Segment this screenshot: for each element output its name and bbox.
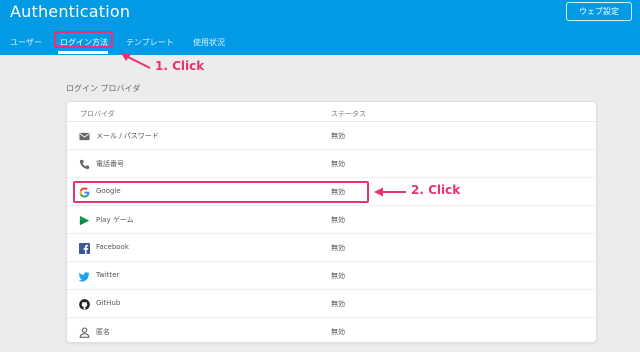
provider-status: 無効 [331,328,345,336]
provider-status: 無効 [331,244,345,252]
annotation-step1: 1. Click [155,59,205,73]
column-header-status: ステータス [331,110,366,118]
provider-name: Play ゲーム [96,216,134,224]
table-row-play-games[interactable]: Play ゲーム 無効 [67,206,596,234]
provider-table: プロバイダ ステータス メール / パスワード 無効 電話番号 無効 Googl… [66,101,597,343]
github-icon [79,299,90,310]
provider-name: 電話番号 [96,160,124,168]
provider-status: 無効 [331,132,345,140]
play-games-icon [79,215,90,226]
mail-icon [79,132,90,141]
tab-usage[interactable]: 使用状況 [193,37,225,48]
table-row-twitter[interactable]: Twitter 無効 [67,262,596,290]
provider-name: Facebook [96,243,129,251]
twitter-icon [79,272,90,282]
tab-templates[interactable]: テンプレート [126,37,174,48]
table-row-phone[interactable]: 電話番号 無効 [67,150,596,178]
column-header-provider: プロバイダ [80,110,115,118]
provider-status: 無効 [331,300,345,308]
arrow-step1-icon [121,53,151,69]
anonymous-icon [79,327,90,338]
provider-name: GitHub [96,299,121,307]
phone-icon [79,159,90,170]
table-row-facebook[interactable]: Facebook 無効 [67,234,596,262]
provider-status: 無効 [331,272,345,280]
table-row-anonymous[interactable]: 匿名 無効 [67,318,596,346]
tab-users[interactable]: ユーザー [10,37,42,48]
provider-status: 無効 [331,216,345,224]
annotation-step2: 2. Click [411,183,461,197]
provider-name: 匿名 [96,328,110,336]
active-tab-indicator [58,51,108,54]
provider-name: Twitter [96,271,120,279]
table-row-email[interactable]: メール / パスワード 無効 [67,122,596,150]
highlight-box-tab [54,31,113,48]
table-row-github[interactable]: GitHub 無効 [67,290,596,318]
highlight-box-google [73,181,369,203]
provider-status: 無効 [331,160,345,168]
section-label: ログイン プロバイダ [66,84,141,93]
provider-name: メール / パスワード [96,132,159,140]
arrow-step2-icon [374,187,406,197]
web-setup-button[interactable]: ウェブ設定 [566,2,632,21]
facebook-icon [79,243,90,254]
page-title: Authentication [10,2,131,21]
table-header: プロバイダ ステータス [67,102,596,122]
